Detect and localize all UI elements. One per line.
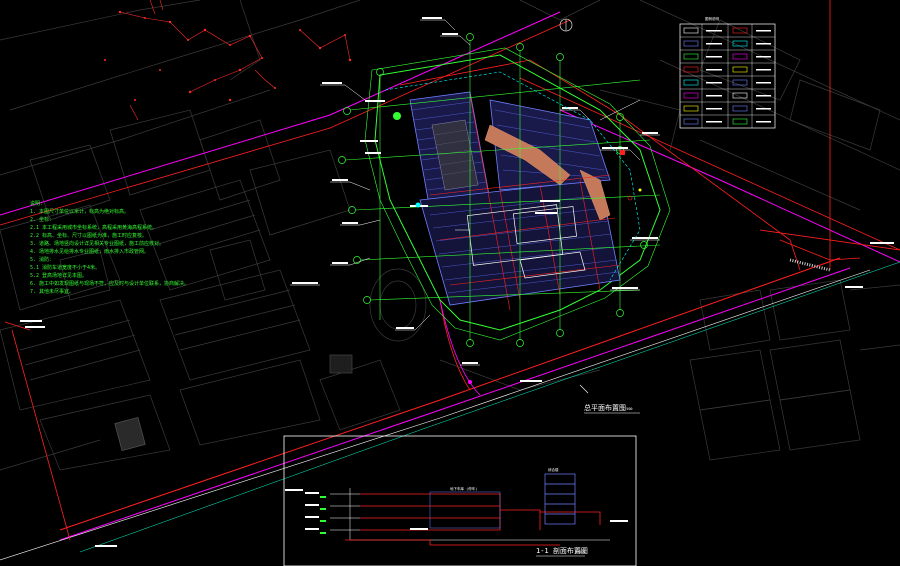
legend-symbol [683,53,699,60]
legend-symbol [732,105,748,112]
general-notes: 说明： 1. 本图尺寸单位以米计，标高为绝对标高。2. 坐标： 2.1 本工程采… [30,200,189,295]
legend-symbol [732,53,748,60]
cad-drawing-canvas[interactable]: 说明： 1. 本图尺寸单位以米计，标高为绝对标高。2. 坐标： 2.1 本工程采… [0,0,900,566]
plan-title: 总平面布置图 [584,403,626,412]
legend-table[interactable]: 图例说明 [679,16,776,129]
legend-symbol [683,66,699,73]
legend-symbol [732,92,748,99]
section-level-tags [285,489,628,530]
note-line: 5.1 消防车道宽度不小于4米。 [30,264,100,271]
legend-symbol [683,105,699,112]
section-block-label: 综合楼 [548,467,559,472]
section-view[interactable]: 综合楼 地下车库 (停车) 1-1 剖面布置图 1:500 [283,435,637,566]
tree-marker [393,112,401,120]
section-tower [544,473,576,525]
plan-title-block: 总平面布置图 1:500 [579,384,640,414]
plan-scale: 1:500 [622,407,633,411]
legend-heading: 图例说明 [705,16,719,21]
legend-symbol [683,118,699,125]
survey-points-layer [104,10,352,102]
note-line: 2. 坐标： [30,216,54,223]
section-building-label: 地下车库 (停车) [450,486,477,491]
cad-viewport[interactable]: 说明： 1. 本图尺寸单位以米计，标高为绝对标高。 2. 坐标： 2.1 本工程采… [0,0,900,566]
note-line: 1. 本图尺寸单位以米计，标高为绝对标高。 [30,208,129,215]
legend-symbol [683,92,699,99]
note-line: 7. 其他未尽事宜。 [30,288,74,295]
legend-symbol [732,118,748,125]
note-line: 5.2 登高场地详见本图。 [30,272,87,279]
legend-symbol [732,66,748,73]
note-line: 6. 施工中如发现图纸与现场不符，应及时与设计单位联系，协商解决。 [30,280,189,287]
section-scale: 1:500 [575,550,586,554]
legend-symbol [732,79,748,86]
note-line: 2.1 本工程采用城市坐标系统，高程采用黄海高程系统。 [30,224,157,231]
legend-symbol [683,40,699,47]
legend-symbol [732,40,748,47]
note-line: 2.2 标高、坐标、尺寸以图纸为准，施工时应复核。 [30,232,147,239]
legend-symbol [683,79,699,86]
note-line: 3. 道路、场地竖向设计详见相关专业图纸，施工前应核对。 [30,240,164,247]
note-line: 4. 场地排水见给排水专业图纸，雨水排入市政管网。 [30,248,149,255]
note-line: 5. 消防： [30,256,54,263]
notes-heading: 说明： [30,200,45,207]
section-bands [345,493,601,546]
legend-symbol [683,27,699,34]
